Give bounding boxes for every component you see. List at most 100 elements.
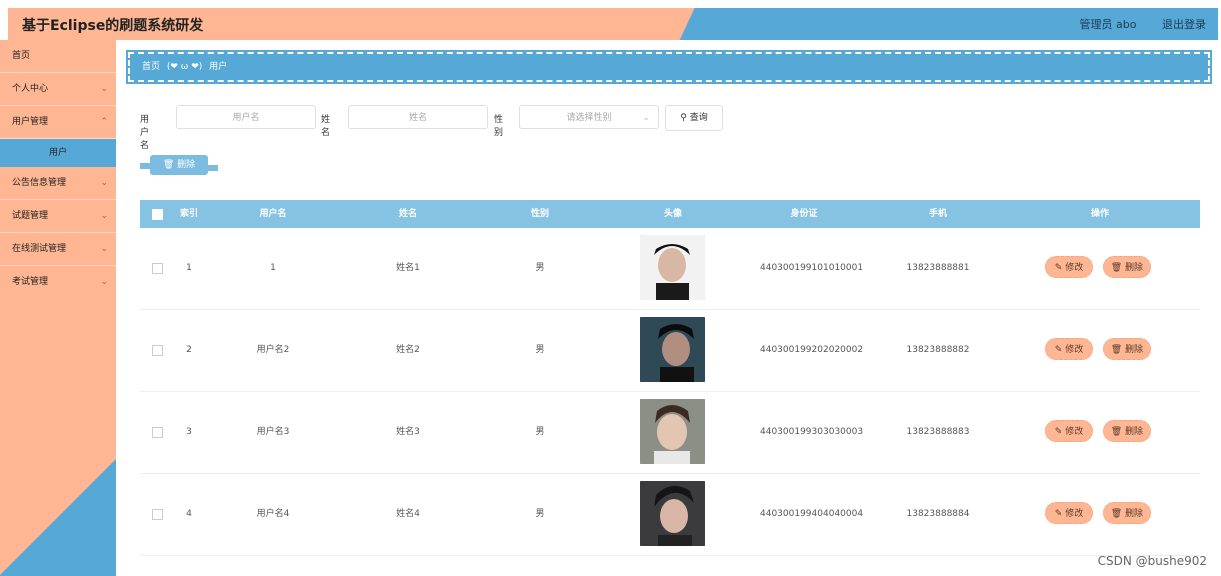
breadcrumb-current: 用户 [209, 62, 228, 72]
col-id-card: 身份证 [790, 209, 818, 219]
header-right: 管理员 abo 退出登录 [1058, 16, 1206, 32]
sidebar-item-notice-management[interactable]: 公告信息管理 ⌄ [0, 167, 116, 200]
table-row: 2 用户名2 姓名2 男 440300199202020002 13823888… [140, 310, 1200, 392]
app-title: 基于Eclipse的刷题系统研发 [22, 18, 204, 34]
avatar [640, 481, 705, 546]
cell-id-card: 440300199101010001 [760, 263, 864, 273]
cell-username: 1 [270, 263, 276, 273]
query-button[interactable]: ⚲ 查询 [665, 105, 723, 131]
trash-icon: 🗑 [1110, 263, 1123, 273]
gender-select[interactable]: 请选择性别 ⌄ [519, 105, 659, 129]
row-checkbox[interactable] [152, 509, 163, 520]
table-row: 1 1 姓名1 男 440300199101010001 13823888881… [140, 228, 1200, 310]
cell-index: 3 [186, 427, 192, 437]
breadcrumb: 首页 (❤ ω ❤) 用户 [128, 52, 1210, 82]
breadcrumb-home[interactable]: 首页 [142, 62, 160, 72]
edit-button[interactable]: ✎ 修改 [1045, 420, 1093, 442]
delete-button[interactable]: 🗑 删除 [1102, 502, 1151, 524]
delete-button[interactable]: 🗑 删除 [1102, 338, 1151, 360]
row-actions: ✎ 修改 🗑 删除 [1045, 420, 1158, 442]
cell-phone: 13823888883 [906, 427, 970, 437]
cell-gender: 男 [535, 263, 545, 273]
col-gender: 性别 [530, 209, 549, 219]
cell-id-card: 440300199404040004 [760, 509, 864, 519]
cell-index: 1 [186, 263, 192, 273]
sidebar-item-personal-center[interactable]: 个人中心 ⌄ [0, 73, 116, 106]
chevron-up-icon: ⌃ [100, 117, 108, 127]
col-actions: 操作 [1090, 209, 1109, 219]
cell-username: 用户名2 [256, 345, 290, 355]
col-username: 用户名 [259, 209, 287, 219]
col-phone: 手机 [928, 209, 947, 219]
trash-icon: 🗑 [1110, 509, 1123, 519]
select-all-checkbox[interactable] [152, 209, 163, 220]
batch-delete-button[interactable]: 🗑 删除 [140, 155, 218, 175]
edit-icon: ✎ [1054, 427, 1063, 437]
cell-phone: 13823888881 [906, 263, 970, 273]
avatar-photo [640, 235, 705, 300]
logout-link[interactable]: 退出登录 [1162, 18, 1206, 31]
sidebar-item-online-test-management[interactable]: 在线测试管理 ⌄ [0, 233, 116, 266]
edit-icon: ✎ [1054, 509, 1063, 519]
sidebar-subitem-user[interactable]: 用户 [0, 139, 116, 167]
cell-index: 2 [186, 345, 192, 355]
cell-gender: 男 [535, 345, 545, 355]
cell-name: 姓名3 [396, 427, 420, 437]
cell-phone: 13823888882 [906, 345, 970, 355]
gender-label: 性别 [494, 115, 504, 138]
name-search-input[interactable]: 姓名 [348, 105, 488, 129]
chevron-down-icon: ⌄ [100, 277, 108, 287]
search-icon: ⚲ [680, 113, 687, 123]
row-checkbox[interactable] [152, 345, 163, 356]
sidebar-item-user-management[interactable]: 用户管理 ⌃ [0, 106, 116, 139]
chevron-down-icon: ⌄ [100, 244, 108, 254]
chevron-down-icon: ⌄ [100, 84, 108, 94]
row-checkbox[interactable] [152, 427, 163, 438]
cell-gender: 男 [535, 509, 545, 519]
sidebar: 首页 个人中心 ⌄ 用户管理 ⌃ 用户 公告信息管理 ⌄ 试题管理 ⌄ 在线测试管理 ⌄ … [0, 40, 116, 576]
main-content: 首页 (❤ ω ❤) 用户 用户名 用户名 姓名 姓名 性别 请选择性别 ⌄ ⚲… [116, 40, 1221, 576]
username-search-input[interactable]: 用户名 [176, 105, 316, 129]
col-index: 索引 [179, 209, 198, 219]
name-label: 姓名 [321, 115, 331, 138]
sidebar-item-exam-management[interactable]: 考试管理 ⌄ [0, 266, 116, 298]
cell-gender: 男 [535, 427, 545, 437]
chevron-down-icon: ⌄ [100, 178, 108, 188]
col-avatar: 头像 [663, 209, 682, 219]
avatar-photo [640, 481, 705, 546]
table-row: 4 用户名4 姓名4 男 440300199404040004 13823888… [140, 474, 1200, 556]
edit-button[interactable]: ✎ 修改 [1045, 502, 1093, 524]
col-name: 姓名 [398, 209, 417, 219]
avatar-photo [640, 399, 705, 464]
cell-id-card: 440300199202020002 [760, 345, 864, 355]
cell-phone: 13823888884 [906, 509, 970, 519]
cell-username: 用户名3 [256, 427, 290, 437]
cell-index: 4 [186, 509, 192, 519]
sidebar-item-question-management[interactable]: 试题管理 ⌄ [0, 200, 116, 233]
edit-button[interactable]: ✎ 修改 [1045, 256, 1093, 278]
trash-icon: 🗑 [1110, 345, 1123, 355]
row-actions: ✎ 修改 🗑 删除 [1045, 338, 1158, 360]
delete-button[interactable]: 🗑 删除 [1102, 256, 1151, 278]
breadcrumb-emote: (❤ ω ❤) [166, 62, 203, 72]
row-actions: ✎ 修改 🗑 删除 [1045, 502, 1158, 524]
avatar [640, 399, 705, 464]
chevron-down-icon: ⌄ [642, 113, 650, 123]
edit-icon: ✎ [1054, 263, 1063, 273]
edit-button[interactable]: ✎ 修改 [1045, 338, 1093, 360]
cell-name: 姓名1 [396, 263, 420, 273]
row-checkbox[interactable] [152, 263, 163, 274]
avatar [640, 317, 705, 382]
avatar [640, 235, 705, 300]
watermark: CSDN @bushe902 [1097, 554, 1207, 568]
top-header: 基于Eclipse的刷题系统研发 管理员 abo 退出登录 [8, 8, 1218, 40]
cell-id-card: 440300199303030003 [760, 427, 864, 437]
row-actions: ✎ 修改 🗑 删除 [1045, 256, 1158, 278]
cell-username: 用户名4 [256, 509, 290, 519]
chevron-down-icon: ⌄ [100, 211, 108, 221]
table-row: 3 用户名3 姓名3 男 440300199303030003 13823888… [140, 392, 1200, 474]
edit-icon: ✎ [1054, 345, 1063, 355]
sidebar-item-home[interactable]: 首页 [0, 40, 116, 73]
trash-icon: 🗑 [162, 160, 175, 170]
delete-button[interactable]: 🗑 删除 [1102, 420, 1151, 442]
